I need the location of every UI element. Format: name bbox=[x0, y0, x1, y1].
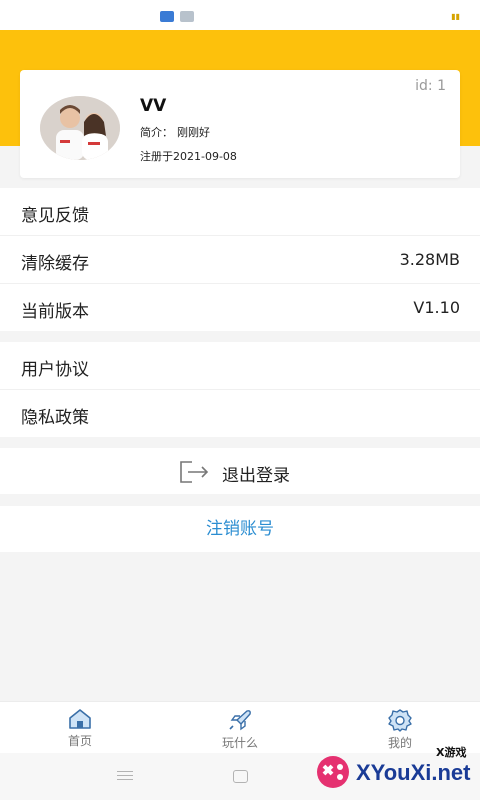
status-bar: ▮▮ bbox=[0, 0, 480, 30]
rocket-icon bbox=[229, 710, 251, 731]
menu-item-label: 清除缓存 bbox=[21, 254, 89, 274]
logout-icon bbox=[180, 461, 209, 483]
menu-item-feedback[interactable]: 意见反馈 bbox=[0, 188, 480, 236]
tab-home[interactable]: 首页 bbox=[20, 708, 140, 749]
watermark-text: XYouXi.net bbox=[356, 760, 471, 785]
tab-play[interactable]: 玩什么 bbox=[180, 708, 300, 751]
menu-item-version[interactable]: 当前版本 V1.10 bbox=[0, 284, 480, 331]
logout-button[interactable]: 退出登录 bbox=[0, 448, 480, 494]
recent-apps-icon[interactable] bbox=[117, 771, 133, 781]
menu-item-label: 用户协议 bbox=[21, 360, 89, 380]
tab-label: 玩什么 bbox=[221, 736, 258, 750]
usb-icon bbox=[160, 11, 174, 22]
tab-label: 首页 bbox=[67, 734, 92, 748]
home-button-icon[interactable] bbox=[233, 770, 248, 783]
menu-item-label: 隐私政策 bbox=[21, 408, 89, 428]
menu-item-privacy-policy[interactable]: 隐私政策 bbox=[0, 390, 480, 437]
watermark: X游戏 XYouXi.net bbox=[308, 740, 480, 800]
menu-item-label: 当前版本 bbox=[21, 302, 89, 322]
logout-label: 退出登录 bbox=[222, 466, 290, 486]
watermark-logo-icon bbox=[317, 756, 349, 788]
menu-item-label: 意见反馈 bbox=[21, 206, 89, 226]
settings-group-1: 意见反馈 清除缓存 3.28MB 当前版本 V1.10 bbox=[0, 188, 480, 331]
watermark-small-text: X游戏 bbox=[436, 746, 467, 759]
user-id: id: 1 bbox=[415, 78, 446, 94]
cache-size: 3.28MB bbox=[399, 250, 460, 269]
battery-icon: ▮▮ bbox=[451, 12, 460, 21]
home-icon bbox=[69, 709, 91, 729]
deactivate-account-button[interactable]: 注销账号 bbox=[0, 506, 480, 552]
gear-icon bbox=[388, 709, 412, 732]
profile-name: VV bbox=[140, 96, 167, 116]
menu-item-user-agreement[interactable]: 用户协议 bbox=[0, 342, 480, 390]
network-icon bbox=[180, 11, 194, 22]
menu-item-clear-cache[interactable]: 清除缓存 3.28MB bbox=[0, 236, 480, 284]
bio-text: 刚刚好 bbox=[177, 126, 210, 139]
profile-card[interactable]: VV 简介： 刚刚好 注册于2021-09-08 id: 1 bbox=[20, 70, 460, 178]
settings-group-2: 用户协议 隐私政策 bbox=[0, 342, 480, 437]
profile-bio: 简介： 刚刚好 bbox=[140, 124, 214, 140]
registration-date: 注册于2021-09-08 bbox=[140, 150, 237, 163]
avatar[interactable] bbox=[40, 96, 120, 160]
bio-label: 简介： bbox=[140, 126, 173, 139]
version-value: V1.10 bbox=[413, 298, 460, 317]
